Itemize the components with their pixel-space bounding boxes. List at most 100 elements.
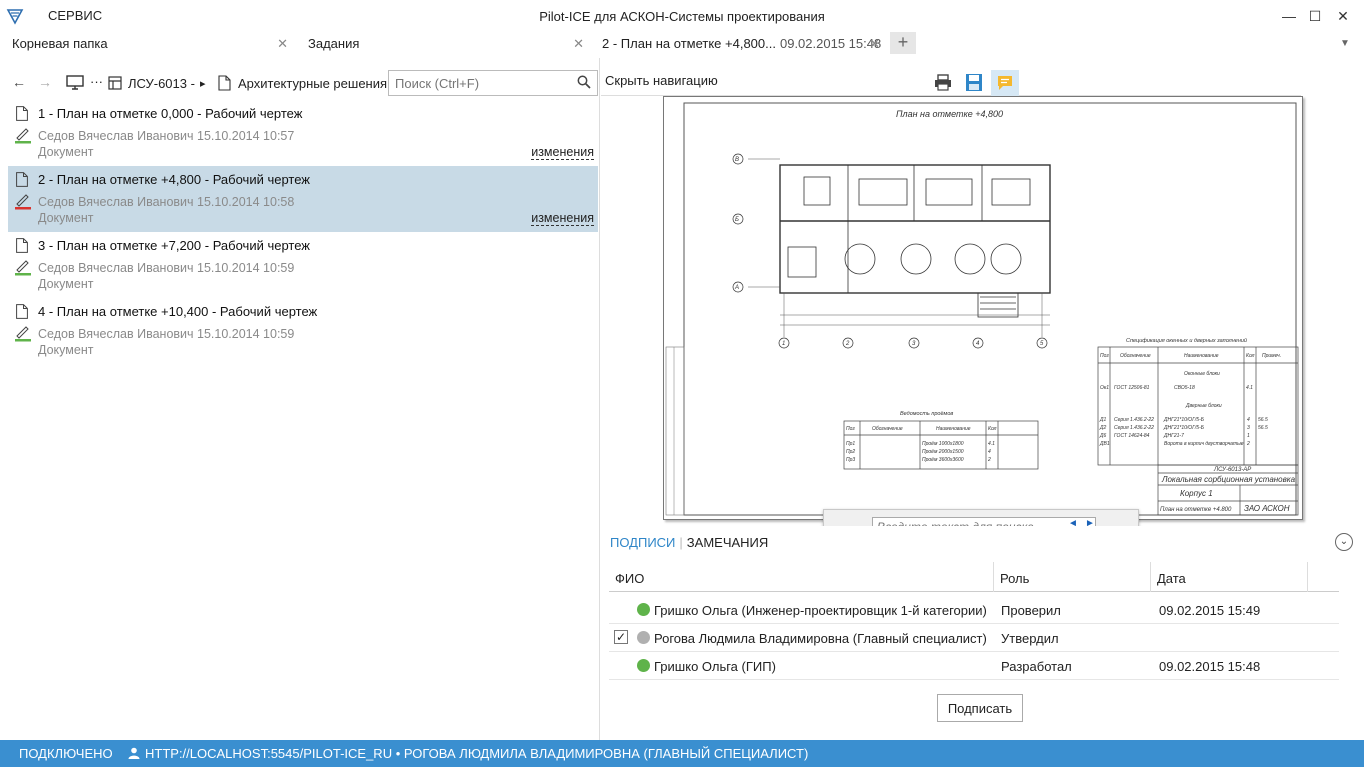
svg-text:В: В [735,157,739,163]
tab-tasks[interactable]: Задания ✕ [296,32,592,58]
svg-text:План на отметке +4.800: План на отметке +4.800 [1160,507,1232,513]
comment-icon [998,76,1012,90]
forward-arrow-icon[interactable]: → [38,74,52,90]
svg-text:Ведомость проёмов: Ведомость проёмов [900,411,953,417]
document-icon [218,75,231,91]
signer-role: Утвердил [1001,631,1059,646]
print-button[interactable] [929,70,957,96]
svg-text:ГОСТ 12506-81: ГОСТ 12506-81 [1114,385,1150,391]
column-header-name[interactable]: ФИО [615,571,644,586]
svg-text:СВО5-18: СВО5-18 [1174,385,1195,391]
collapse-panel-icon[interactable]: ⌄ [1335,533,1353,551]
tab-label: Задания [308,36,360,51]
drawing-sheet: План на отметке +4,800 В Б А 1 2 3 4 5 С… [663,96,1303,520]
svg-text:2: 2 [845,341,850,347]
signer-role: Разработал [1001,659,1072,674]
tab-document[interactable]: 2 - План на отметке +4,800... 09.02.2015 … [592,32,888,58]
breadcrumb-ellipsis[interactable]: ··· [90,74,103,89]
window-title: Pilot-ICE для АСКОН-Системы проектирован… [539,9,825,24]
signature-status-icon [15,194,31,210]
minimize-button[interactable]: — [1278,6,1300,26]
tab-close-icon[interactable]: ✕ [573,32,584,56]
document-search-bar: ◄ ► [823,509,1139,526]
sign-checkbox[interactable]: ✓ [614,630,628,644]
document-viewer[interactable]: План на отметке +4,800 В Б А 1 2 3 4 5 С… [601,96,1364,526]
svg-text:Поз: Поз [1100,353,1109,359]
document-type: Документ [38,277,94,291]
document-icon [16,238,28,253]
search-previous-icon[interactable]: ◄ [1068,518,1078,526]
list-item-selected[interactable]: 2 - План на отметке +4,800 - Рабочий чер… [8,166,598,232]
maximize-button[interactable]: ☐ [1304,6,1326,26]
document-type: Документ [38,145,94,159]
list-item[interactable]: 3 - План на отметке +7,200 - Рабочий чер… [8,232,598,298]
tab-remarks[interactable]: ЗАМЕЧАНИЯ [687,535,768,550]
computer-icon[interactable] [66,75,84,90]
breadcrumb-arrow-icon[interactable]: ▸ [200,77,206,90]
document-author: Седов Вячеслав Иванович 15.10.2014 10:59 [38,261,295,275]
svg-text:Серия 1.436.2-22: Серия 1.436.2-22 [1114,417,1154,423]
hide-navigation-button[interactable]: Скрыть навигацию [605,73,718,88]
svg-text:Обозначение: Обозначение [1120,353,1151,359]
tab-root-folder[interactable]: Корневая папка ✕ [0,32,296,58]
table-row[interactable]: Гришко Ольга (ГИП) Разработал 09.02.2015… [609,652,1339,680]
document-panel: Скрыть навигацию План на отметке +4,800 … [601,58,1364,740]
signed-check-icon [637,603,650,616]
project-icon [108,76,122,90]
save-button[interactable] [960,70,988,96]
viewer-toolbar: Скрыть навигацию [601,70,1301,96]
document-type: Документ [38,343,94,357]
document-author: Седов Вячеслав Иванович 15.10.2014 10:57 [38,129,295,143]
svg-text:ГОСТ 14624-84: ГОСТ 14624-84 [1114,433,1150,439]
svg-text:1: 1 [782,341,785,347]
document-search-input[interactable] [872,517,1096,526]
tab-label: Корневая папка [12,36,108,51]
svg-text:Пр2: Пр2 [846,449,855,455]
close-window-button[interactable]: ✕ [1332,6,1354,26]
new-tab-button[interactable]: + [890,32,916,54]
signature-status-icon [15,260,31,276]
list-item[interactable]: 1 - План на отметке 0,000 - Рабочий черт… [8,100,598,166]
pending-signature-icon [637,631,650,644]
changes-link[interactable]: изменения [531,211,594,226]
sign-button[interactable]: Подписать [937,694,1023,722]
changes-link[interactable]: изменения [531,145,594,160]
search-next-icon[interactable]: ► [1085,518,1095,526]
remarks-toggle-button[interactable] [991,70,1019,96]
search-icon[interactable] [577,75,591,89]
list-item[interactable]: 4 - План на отметке +10,400 - Рабочий че… [8,298,598,364]
back-arrow-icon[interactable]: ← [12,74,26,90]
svg-text:Поз: Поз [846,426,855,432]
tab-signatures[interactable]: ПОДПИСИ [610,535,675,550]
server-user-info: HTTP://LOCALHOST:5545/PILOT-ICE_RU • РОГ… [145,746,809,761]
app-window: СЕРВИС Pilot-ICE для АСКОН-Системы проек… [0,0,1364,767]
document-icon [16,172,28,187]
table-row[interactable]: ✓ Рогова Людмила Владимировна (Главный с… [609,624,1339,652]
svg-text:Б: Б [735,217,739,223]
column-header-date[interactable]: Дата [1157,571,1186,586]
table-row[interactable]: Гришко Ольга (Инженер-проектировщик 1-й … [609,596,1339,624]
svg-text:Примеч.: Примеч. [1262,353,1281,359]
search-input[interactable] [389,71,569,95]
sign-date: 09.02.2015 15:49 [1159,603,1261,618]
title-bar: СЕРВИС Pilot-ICE для АСКОН-Системы проек… [0,0,1364,32]
svg-text:Ворота в кирпич двустворчатые: Ворота в кирпич двустворчатые [1164,441,1244,447]
architectural-drawing: План на отметке +4,800 В Б А 1 2 3 4 5 С… [665,102,1299,516]
tab-close-icon[interactable]: ✕ [869,32,880,56]
svg-text:Пр1: Пр1 [846,441,855,447]
breadcrumb-current[interactable]: Архитектурные решения [238,76,387,91]
signer-name: Гришко Ольга (Инженер-проектировщик 1-й … [654,603,987,618]
breadcrumb-project[interactable]: ЛСУ-6013 - [128,76,195,91]
svg-text:Кол: Кол [1246,353,1255,359]
tab-close-icon[interactable]: ✕ [277,32,288,56]
svg-text:2: 2 [987,457,991,463]
column-header-role[interactable]: Роль [1000,571,1029,586]
svg-text:А: А [734,285,739,291]
tab-date: 09.02.2015 15:48 [779,36,882,51]
tab-overflow-icon[interactable]: ▼ [1340,38,1350,49]
user-icon [128,747,140,759]
document-type: Документ [38,211,94,225]
svg-text:Проём 3600х3600: Проём 3600х3600 [922,457,964,463]
svg-text:Проём 2000х1500: Проём 2000х1500 [922,449,964,455]
document-name: 4 - План на отметке +10,400 - Рабочий че… [38,304,318,319]
